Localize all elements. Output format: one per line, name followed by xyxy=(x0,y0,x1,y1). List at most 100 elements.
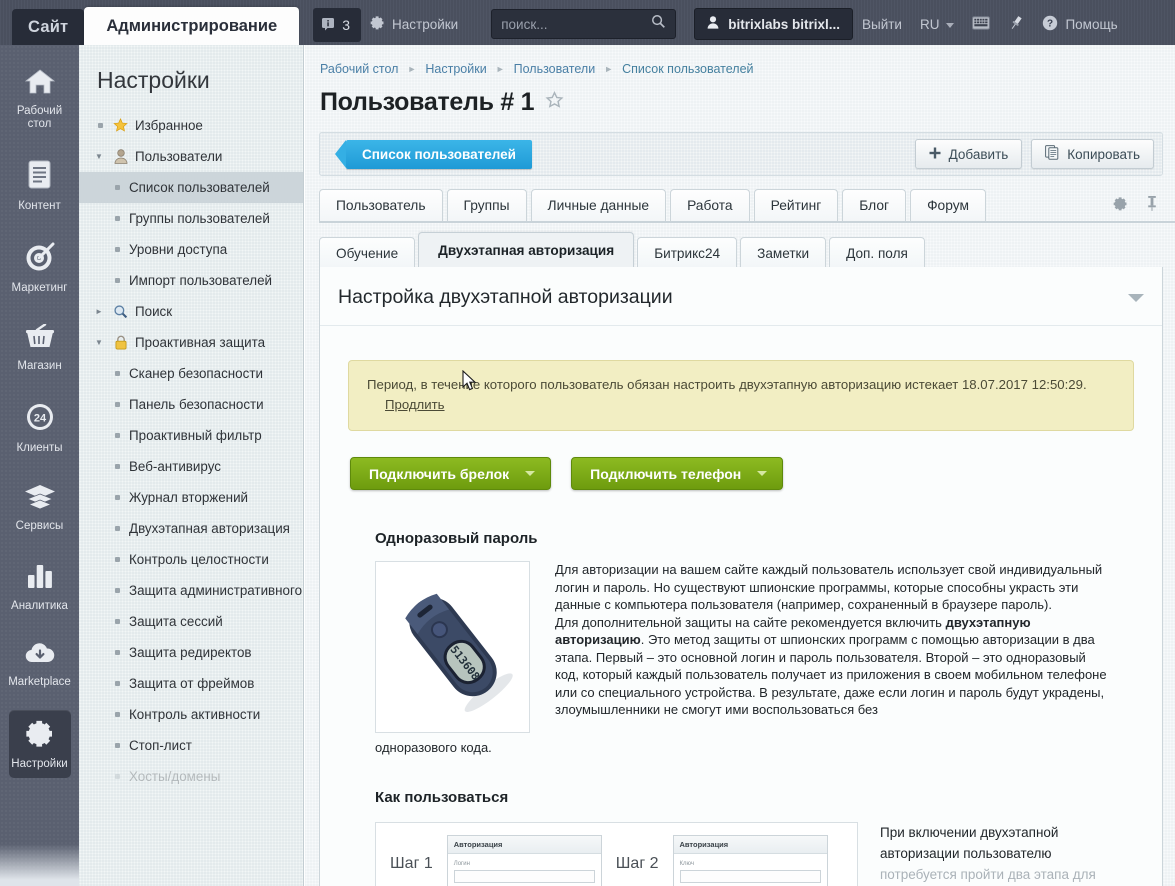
caret-down-icon[interactable]: ▼ xyxy=(95,152,106,161)
tab-blog[interactable]: Блог xyxy=(842,189,907,221)
gear-icon[interactable] xyxy=(1113,196,1128,216)
connect-buttons: Подключить брелок Подключить телефон xyxy=(350,457,1162,490)
bullet-icon xyxy=(112,433,123,438)
tab-personal-data[interactable]: Личные данные xyxy=(530,189,667,221)
bullet-icon xyxy=(112,650,123,655)
content-panel: Настройка двухэтапной авторизации Период… xyxy=(319,267,1163,886)
tab-work[interactable]: Работа xyxy=(670,189,750,221)
menu-item-activity-control[interactable]: Контроль активности xyxy=(79,699,303,730)
otp-paragraph-1: Для авторизации на вашем сайте каждый по… xyxy=(555,562,1103,612)
breadcrumb-item[interactable]: Список пользователей xyxy=(622,62,753,76)
rail-item-analytics[interactable]: Аналитика xyxy=(9,554,71,620)
search-box[interactable] xyxy=(491,9,677,39)
logout-link[interactable]: Выйти xyxy=(853,7,911,41)
rail-item-marketplace[interactable]: Marketplace xyxy=(8,634,71,696)
document-icon xyxy=(27,160,53,195)
top-bar: Сайт Администрирование 3 Настройки bitri… xyxy=(0,0,1175,45)
connect-phone-button[interactable]: Подключить телефон xyxy=(571,457,784,490)
bullet-icon xyxy=(112,278,123,283)
search-input[interactable] xyxy=(501,16,642,32)
back-to-list-button[interactable]: Список пользователей xyxy=(335,139,532,169)
extend-link[interactable]: Продлить xyxy=(385,397,445,412)
howto-title: Как пользоваться xyxy=(375,789,509,806)
search-icon[interactable] xyxy=(651,14,666,34)
menu-item-two-step-auth[interactable]: Двухэтапная авторизация xyxy=(79,513,303,544)
tab-two-step-auth[interactable]: Двухэтапная авторизация xyxy=(418,232,635,268)
bullet-icon xyxy=(112,619,123,624)
tab-groups[interactable]: Группы xyxy=(446,189,527,221)
menu-item-frame-protection[interactable]: Защита от фреймов xyxy=(79,668,303,699)
rail-item-desktop[interactable]: Рабочий стол xyxy=(9,61,71,138)
tab-admin[interactable]: Администрирование xyxy=(84,7,300,45)
tab-training[interactable]: Обучение xyxy=(319,237,416,268)
bullet-icon xyxy=(112,247,123,252)
menu-item-label: Защита редиректов xyxy=(129,645,252,660)
language-switcher[interactable]: RU xyxy=(911,7,964,41)
star-outline-icon[interactable] xyxy=(545,90,564,115)
rail-item-settings[interactable]: Настройки xyxy=(8,710,71,778)
tab-site[interactable]: Сайт xyxy=(12,9,85,45)
tab-bitrix24[interactable]: Битрикс24 xyxy=(637,237,738,268)
menu-item-users[interactable]: ▼ Пользователи xyxy=(79,141,303,172)
menu-title: Настройки xyxy=(97,67,210,93)
menu-item-intrusion-log[interactable]: Журнал вторжений xyxy=(79,482,303,513)
pin-button[interactable] xyxy=(999,7,1033,41)
menu-item-web-antivirus[interactable]: Веб-антивирус xyxy=(79,451,303,482)
menu-item-redirect-protection[interactable]: Защита редиректов xyxy=(79,637,303,668)
menu-item-hosts-domains[interactable]: Хосты/домены xyxy=(79,761,303,792)
user-chip[interactable]: bitrixlabs bitrixl... xyxy=(694,8,853,40)
bullet-icon xyxy=(112,464,123,469)
menu-item-proactive-filter[interactable]: Проактивный фильтр xyxy=(79,420,303,451)
otp-description: Для авторизации на вашем сайте каждый по… xyxy=(555,561,1110,733)
step1-mini-header: Авторизация xyxy=(447,836,601,854)
rail-label: Рабочий стол xyxy=(16,105,63,130)
add-button[interactable]: Добавить xyxy=(914,139,1023,169)
notification-count: 3 xyxy=(342,17,350,33)
menu-item-access-levels[interactable]: Уровни доступа xyxy=(79,234,303,265)
menu-item-proactive-protection[interactable]: ▼ Проактивная защита xyxy=(79,327,303,358)
rail-item-marketing[interactable]: Маркетинг xyxy=(9,234,71,302)
caret-down-icon[interactable] xyxy=(1128,293,1144,302)
caret-down-icon[interactable]: ▼ xyxy=(95,338,106,347)
copy-button[interactable]: Копировать xyxy=(1031,139,1154,169)
help-link[interactable]: ? Помощь xyxy=(1033,7,1126,41)
menu-item-security-scanner[interactable]: Сканер безопасности xyxy=(79,358,303,389)
settings-menu-item[interactable]: Настройки xyxy=(361,7,467,41)
menu-item-favorites[interactable]: Избранное xyxy=(79,110,303,141)
menu-item-session-protection[interactable]: Защита сессий xyxy=(79,606,303,637)
breadcrumb-item[interactable]: Пользователи xyxy=(514,62,596,76)
tab-extra-fields[interactable]: Доп. поля xyxy=(829,237,925,268)
menu-item-label: Проактивный фильтр xyxy=(129,428,262,443)
menu-item-import-users[interactable]: Импорт пользователей xyxy=(79,265,303,296)
menu-item-stop-list[interactable]: Стоп-лист xyxy=(79,730,303,761)
rail-label: Сервисы xyxy=(15,520,64,532)
tab-rating[interactable]: Рейтинг xyxy=(753,189,839,221)
caret-right-icon[interactable]: ► xyxy=(95,307,106,316)
tab-forum[interactable]: Форум xyxy=(910,189,986,221)
bullet-icon xyxy=(112,588,123,593)
rail-item-shop[interactable]: Магазин xyxy=(9,316,71,380)
notifications-button[interactable]: 3 xyxy=(313,8,361,42)
breadcrumb-item[interactable]: Рабочий стол xyxy=(320,62,398,76)
rail-item-clients[interactable]: 24 Клиенты xyxy=(9,394,71,462)
menu-item-integrity-control[interactable]: Контроль целостности xyxy=(79,544,303,575)
menu-item-admin-protection[interactable]: Защита административного xyxy=(79,575,303,606)
otp-token-device-icon: 513608 xyxy=(404,593,513,712)
pin-icon[interactable] xyxy=(1145,195,1159,217)
keyboard-button[interactable] xyxy=(963,7,999,41)
menu-item-label: Уровни доступа xyxy=(129,242,228,257)
connect-token-button[interactable]: Подключить брелок xyxy=(350,457,552,490)
rail-item-content[interactable]: Контент xyxy=(9,152,71,220)
menu-item-user-groups[interactable]: Группы пользователей xyxy=(79,203,303,234)
menu-item-security-panel[interactable]: Панель безопасности xyxy=(79,389,303,420)
howto-section: Как пользоваться Шаг 1 Авторизация Логин… xyxy=(375,789,1162,886)
breadcrumb-item[interactable]: Настройки xyxy=(425,62,486,76)
menu-item-users-list[interactable]: Список пользователей xyxy=(79,172,303,203)
breadcrumb-separator-icon: ► xyxy=(604,64,614,74)
rail-item-services[interactable]: Сервисы xyxy=(9,476,71,540)
menu-item-search[interactable]: ► Поиск xyxy=(79,296,303,327)
menu-item-label: Импорт пользователей xyxy=(129,273,273,288)
menu-item-label: Список пользователей xyxy=(129,180,270,195)
tab-notes[interactable]: Заметки xyxy=(740,237,827,268)
tab-user[interactable]: Пользователь xyxy=(319,189,443,221)
